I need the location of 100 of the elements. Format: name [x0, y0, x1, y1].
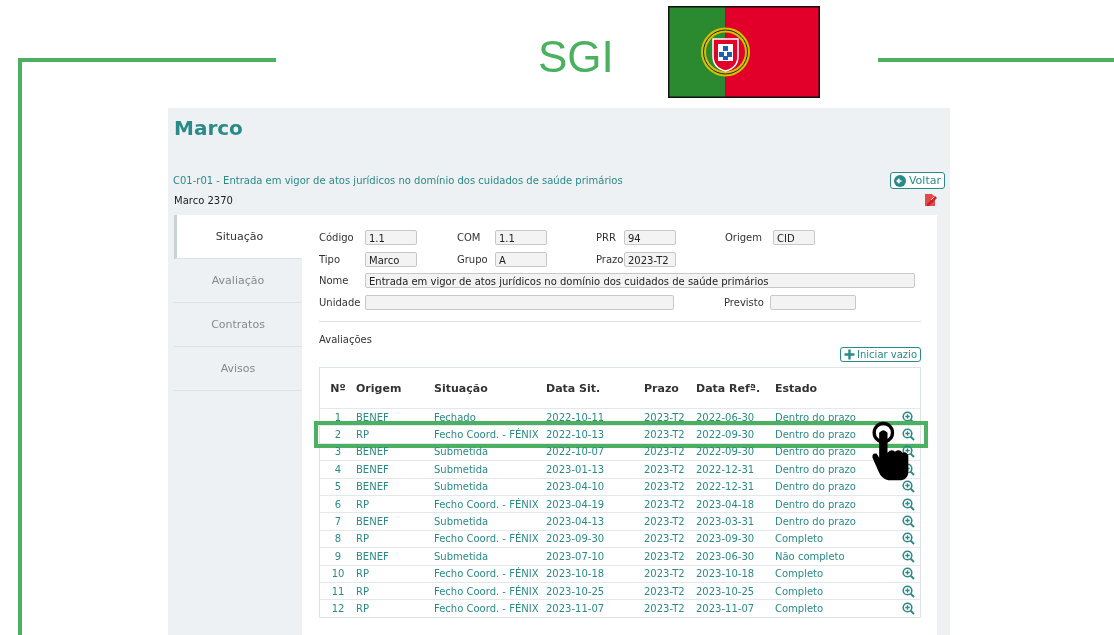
table-cell-text: Dentro do prazo — [775, 446, 857, 458]
section-title: Avaliações — [319, 334, 373, 345]
table-cell-text: 2023-T2 — [644, 411, 686, 423]
table-cell-text: Submetida — [434, 463, 490, 475]
table-cell-text: 2023-11-07 — [546, 603, 606, 614]
table-cell-text: RP — [356, 533, 370, 545]
table-cell-text: 2023-T2 — [644, 429, 686, 441]
table-cell-text: BENEF — [356, 411, 390, 423]
back-button[interactable]: Voltar — [889, 172, 945, 189]
table-cell-text: RP — [356, 603, 370, 614]
table-cell-text: 2023-10-25 — [546, 585, 606, 597]
column-header: Data Sit. — [546, 381, 602, 395]
input-field[interactable]: CID — [773, 230, 815, 246]
table-cell-text: Completo — [775, 533, 825, 545]
field-label: Código — [319, 232, 355, 244]
table-cell-text: 2023-09-30 — [546, 533, 606, 545]
table-cell-text: 2023-06-30 — [696, 550, 756, 562]
table-cell-text: 2023-07-10 — [546, 550, 606, 562]
input-field[interactable]: 1.1 — [495, 230, 547, 246]
column-header: Estado — [775, 381, 819, 395]
table-cell-text: 2023-T2 — [644, 568, 686, 580]
table-cell-text: 2022-12-31 — [696, 481, 756, 493]
record-reference: Marco 2370 — [174, 194, 233, 206]
table-cell-text: 2022-09-30 — [696, 446, 756, 458]
table-cell-text: 2022-10-13 — [546, 429, 606, 441]
table-cell-text: 10 — [330, 568, 346, 580]
table-cell-text: Completo — [775, 603, 825, 614]
table-cell-text: Completo — [775, 585, 825, 597]
table-cell-text: 2023-04-18 — [696, 498, 756, 510]
table-cell-text: BENEF — [356, 516, 390, 528]
input-field[interactable]: 1.1 — [365, 230, 417, 246]
table-cell-text: Não completo — [775, 550, 846, 562]
table-cell-text: Submetida — [434, 516, 490, 528]
table-cell-text: 2023-T2 — [644, 550, 686, 562]
table-cell-text: Fechado — [434, 411, 477, 423]
column-header: Nº — [329, 381, 347, 395]
table-cell-text: 9 — [333, 550, 343, 562]
table-cell-text: BENEF — [356, 481, 390, 493]
table-cell-text: Fecho Coord. - FÉNIX — [434, 429, 540, 441]
table-cell-text: Dentro do prazo — [775, 481, 857, 493]
table-cell-text: BENEF — [356, 463, 390, 475]
table-cell-text: 1 — [333, 411, 343, 423]
table-cell-text: 2023-09-30 — [696, 533, 756, 545]
table-cell-text: 2023-04-10 — [546, 481, 606, 493]
field-label: Tipo — [319, 253, 342, 265]
table-cell-text: 2022-06-30 — [696, 411, 756, 423]
table-cell-text: RP — [356, 429, 370, 441]
table-cell-text: Submetida — [434, 550, 490, 562]
page-subtitle: C01-r01 - Entrada em vigor de atos jurídicos no domínio dos cuidados de saúde primários — [173, 175, 623, 186]
table-cell-text: 2023-10-25 — [696, 585, 756, 597]
input-field[interactable]: A — [495, 251, 547, 267]
table-cell-text: 8 — [333, 533, 343, 545]
field-label: Previsto — [724, 296, 765, 308]
table-cell-text: 2022-09-30 — [696, 429, 756, 441]
table-cell-text: BENEF — [356, 446, 390, 458]
table-cell-text: 2023-T2 — [644, 446, 686, 458]
table-cell-text: 11 — [330, 585, 346, 597]
column-header: Prazo — [644, 381, 680, 395]
table-cell-text: Dentro do prazo — [775, 498, 857, 510]
table-cell-text: Fecho Coord. - FÉNIX — [434, 568, 540, 580]
tab[interactable]: Situação — [174, 215, 302, 259]
table-cell-text: 7 — [333, 516, 343, 528]
table-cell-text: 2022-12-31 — [696, 463, 756, 475]
table-cell-text: Submetida — [434, 481, 490, 493]
column-header: Data Refª. — [696, 381, 762, 395]
table-cell-text: 2022-10-07 — [546, 446, 606, 458]
table-cell-text: 2023-04-19 — [546, 498, 606, 510]
input-field[interactable]: Marco — [365, 251, 417, 267]
field-label: COM — [457, 232, 482, 244]
column-header: Origem — [356, 381, 403, 395]
table-cell-text: 2023-T2 — [644, 481, 686, 493]
table-cell-text: Submetida — [434, 446, 490, 458]
table-cell-text: 2023-T2 — [644, 585, 686, 597]
table-cell-text: 2023-03-31 — [696, 516, 756, 528]
table-cell-text: 2023-01-13 — [546, 463, 606, 475]
field-label: Nome — [319, 275, 350, 287]
table-cell-text: Fecho Coord. - FÉNIX — [434, 603, 540, 614]
table-cell-text: Fecho Coord. - FÉNIX — [434, 498, 540, 510]
table-cell-text: 2023-T2 — [644, 603, 686, 614]
input-field[interactable]: 94 — [624, 230, 676, 246]
field-label: Origem — [725, 232, 763, 244]
table-cell-text: 5 — [333, 481, 343, 493]
table-cell-text: 2022-10-11 — [546, 411, 606, 423]
input-field[interactable]: 2023-T2 — [624, 251, 676, 267]
input-field[interactable]: Entrada em vigor de atos jurídicos no domínio dos cuidados de saúde primários — [365, 273, 915, 289]
table-cell-text: Dentro do prazo — [775, 463, 857, 475]
table-cell-text: Dentro do prazo — [775, 516, 857, 528]
table-cell-text: Completo — [775, 568, 825, 580]
table-cell-text: RP — [356, 585, 370, 597]
table-cell-text: 2023-T2 — [644, 516, 686, 528]
table-cell-text: 6 — [333, 498, 343, 510]
table-cell-text: 2023-T2 — [644, 463, 686, 475]
field-label: Unidade — [319, 296, 362, 308]
table-cell-text: Fecho Coord. - FÉNIX — [434, 533, 540, 545]
column-header: Situação — [434, 381, 489, 395]
field-label: Prazo — [596, 253, 624, 265]
table-cell-text: Dentro do prazo — [775, 429, 857, 441]
add-empty-button[interactable]: Iniciar vazio — [840, 347, 921, 362]
field-label: PRR — [596, 232, 617, 244]
table-cell-text: 2023-10-18 — [696, 568, 756, 580]
